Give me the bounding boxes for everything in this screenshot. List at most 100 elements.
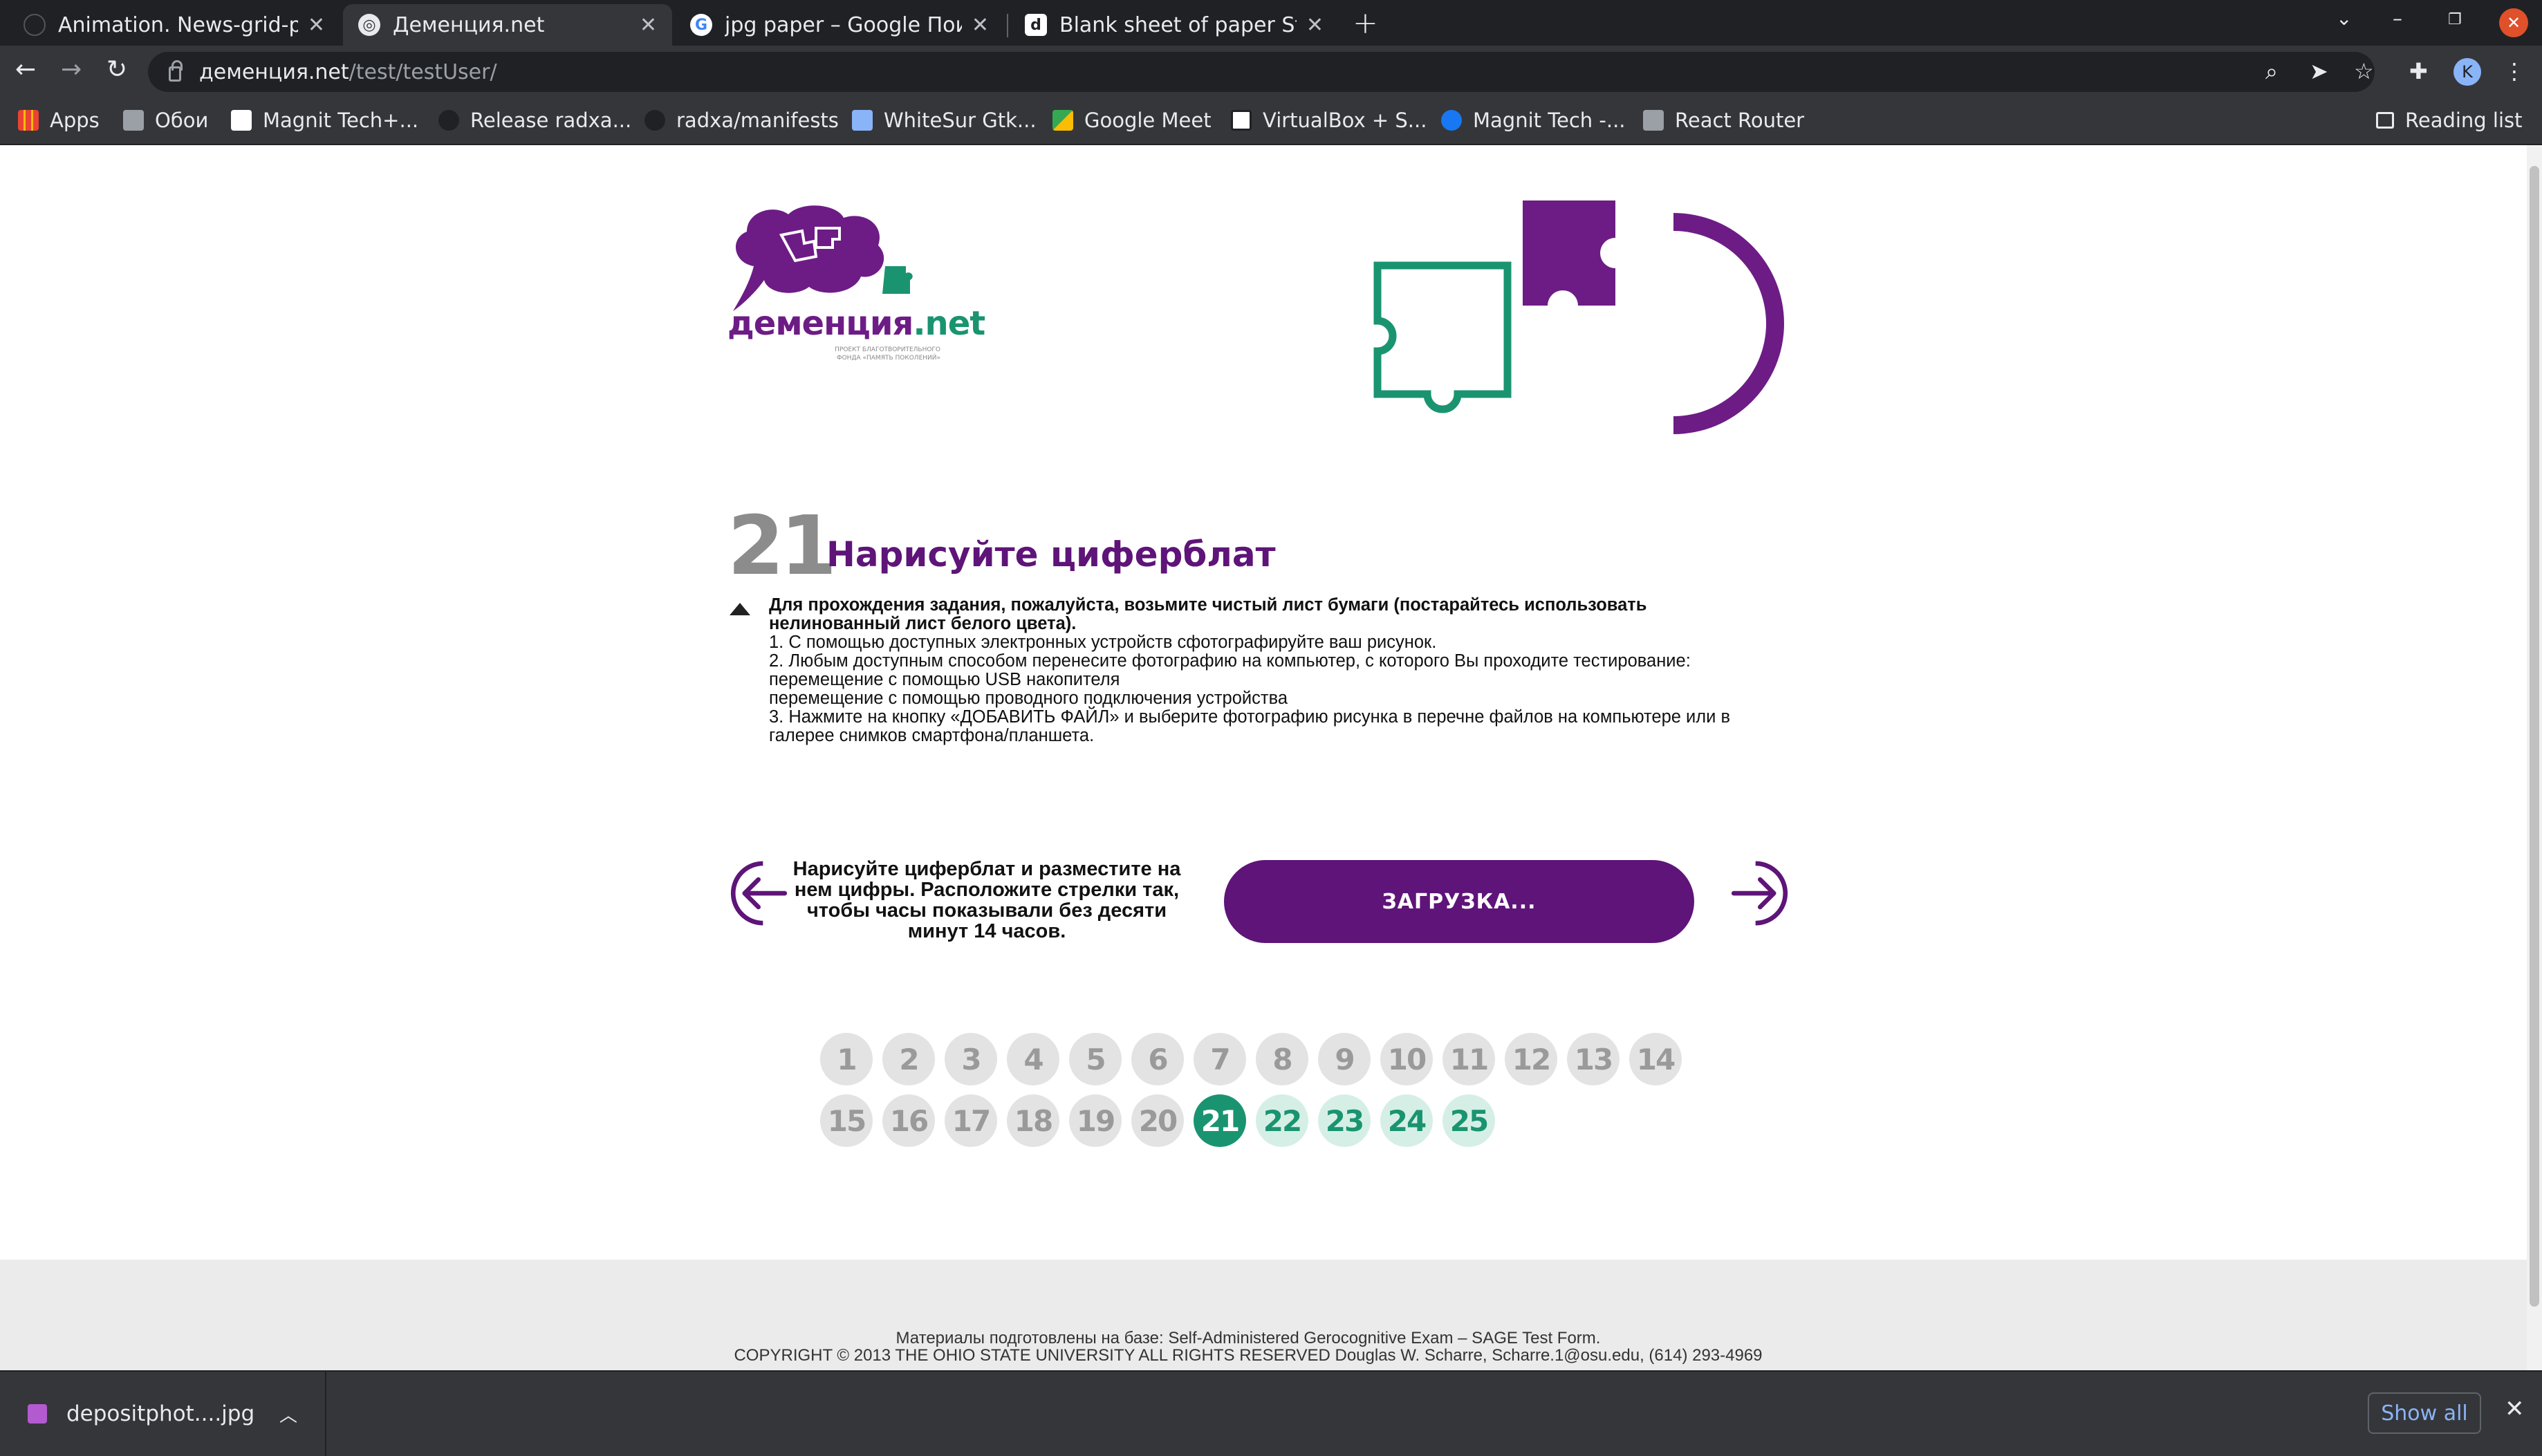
page-number-2[interactable]: 2 <box>882 1033 935 1085</box>
bookmark-apps[interactable]: Apps <box>18 106 100 134</box>
bookmark-magnit-tech-plus[interactable]: Magnit Tech+... <box>231 106 418 134</box>
reload-icon[interactable]: ↻ <box>106 55 127 84</box>
bookmark-react-router[interactable]: React Router <box>1643 106 1804 134</box>
bookmark-magnit-tech[interactable]: Magnit Tech -... <box>1441 106 1626 134</box>
page-number-9[interactable]: 9 <box>1318 1033 1371 1085</box>
tab-close-icon[interactable]: ✕ <box>308 13 325 37</box>
tab-search-icon[interactable]: ⌄ <box>2336 7 2352 30</box>
tab-animation[interactable]: Animation. News-grid-pag ✕ <box>8 4 340 46</box>
folder-icon <box>123 110 144 131</box>
tab-close-icon[interactable]: ✕ <box>1306 13 1324 37</box>
page-number-7[interactable]: 7 <box>1194 1033 1246 1085</box>
bookmark-star-icon[interactable]: ☆ <box>2354 58 2374 84</box>
bookmark-radxa-manifests[interactable]: radxa/manifests <box>644 106 839 134</box>
green-puzzle-outline <box>1373 261 1512 413</box>
facebook-icon <box>1441 110 1462 131</box>
bookmark-label: Обои <box>155 109 209 132</box>
page-number-6[interactable]: 6 <box>1131 1033 1184 1085</box>
forward-icon[interactable]: → <box>61 55 82 84</box>
bookmark-google-meet[interactable]: Google Meet <box>1052 106 1212 134</box>
google-meet-icon <box>1052 110 1073 131</box>
page-number-15[interactable]: 15 <box>820 1094 873 1147</box>
avatar[interactable]: K <box>2453 58 2481 86</box>
page-number-25[interactable]: 25 <box>1442 1094 1495 1147</box>
download-item[interactable]: depositphot....jpg ︿ <box>0 1372 326 1456</box>
show-all-button[interactable]: Show all <box>2368 1392 2481 1434</box>
globe-icon: ◎ <box>358 14 380 36</box>
bookmark-oboi[interactable]: Обои <box>123 106 208 134</box>
logo-main: деменция <box>727 304 913 343</box>
page-scrollbar[interactable] <box>2527 145 2542 1370</box>
zoom-icon[interactable]: ⌕ <box>2265 58 2278 85</box>
bookmark-label: Magnit Tech+... <box>263 109 419 132</box>
close-icon[interactable]: ✕ <box>2505 1395 2525 1423</box>
url-path: /test/testUser/ <box>349 59 497 84</box>
footer-source: Материалы подготовлены на базе: Self-Adm… <box>896 1329 1601 1347</box>
restore-icon[interactable]: ❐ <box>2448 11 2462 28</box>
image-file-icon <box>28 1404 47 1424</box>
page-number-5[interactable]: 5 <box>1069 1033 1122 1085</box>
reading-list[interactable]: Reading list <box>2376 106 2523 134</box>
green-puzzle-piece <box>882 266 913 294</box>
page-number-24[interactable]: 24 <box>1380 1094 1433 1147</box>
tab-close-icon[interactable]: ✕ <box>640 13 657 37</box>
bookmark-label: Release radxa... <box>470 109 632 132</box>
github-icon <box>644 110 665 131</box>
tab-title: jpg paper – Google Поиск <box>725 12 962 37</box>
chevron-up-icon[interactable]: ︿ <box>279 1401 297 1427</box>
collapse-triangle-icon[interactable] <box>730 603 750 615</box>
upload-button[interactable]: ЗАГРУЗКА... <box>1224 860 1694 943</box>
footer-copyright: COPYRIGHT © 2013 THE OHIO STATE UNIVERSI… <box>734 1346 1763 1365</box>
logo-subtitle: ПРОЕКТ БЛАГОТВОРИТЕЛЬНОГО ФОНДА «ПАМЯТЬ … <box>835 346 940 362</box>
bookmark-virtualbox[interactable]: VirtualBox + S... <box>1231 106 1427 134</box>
page-number-20[interactable]: 20 <box>1131 1094 1184 1147</box>
bookmark-whitesur[interactable]: WhiteSur Gtk... <box>852 106 1037 134</box>
page-number-4[interactable]: 4 <box>1007 1033 1059 1085</box>
bookmark-label: WhiteSur Gtk... <box>884 109 1037 132</box>
address-bar[interactable]: деменция.net/test/testUser/ <box>148 52 2375 92</box>
task-description: Нарисуйте циферблат и разместите на нем … <box>792 858 1181 942</box>
page-number-16[interactable]: 16 <box>882 1094 935 1147</box>
next-arrow-icon[interactable] <box>1723 860 1792 940</box>
bookmarks-bar: Apps Обои Magnit Tech+... Release radxa.… <box>0 98 2542 145</box>
page-number-8[interactable]: 8 <box>1256 1033 1308 1085</box>
tab-blank-sheet[interactable]: d Blank sheet of paper Stoc ✕ <box>1010 4 1339 46</box>
bookmark-release-radxa[interactable]: Release radxa... <box>438 106 631 134</box>
page-number-3[interactable]: 3 <box>945 1033 997 1085</box>
send-icon[interactable]: ➤ <box>2310 58 2328 84</box>
page-number-23[interactable]: 23 <box>1318 1094 1371 1147</box>
page-number-18[interactable]: 18 <box>1007 1094 1059 1147</box>
bookmark-label: Google Meet <box>1084 109 1212 132</box>
page-number-13[interactable]: 13 <box>1567 1033 1620 1085</box>
tab-google-search[interactable]: G jpg paper – Google Поиск ✕ <box>675 4 1004 46</box>
page-viewport: деменция.net ПРОЕКТ БЛАГОТВОРИТЕЛЬНОГО Ф… <box>0 145 2527 1370</box>
page-number-12[interactable]: 12 <box>1505 1033 1557 1085</box>
scrollbar-thumb[interactable] <box>2530 166 2539 1307</box>
download-bar: depositphot....jpg ︿ Show all ✕ <box>0 1370 2542 1456</box>
tab-dementia[interactable]: ◎ Деменция.net ✕ <box>343 4 672 46</box>
page-number-11[interactable]: 11 <box>1442 1033 1495 1085</box>
tab-title: Animation. News-grid-pag <box>58 12 298 37</box>
page-number-22[interactable]: 22 <box>1256 1094 1308 1147</box>
minimize-icon[interactable]: – <box>2393 7 2402 30</box>
apps-grid-icon <box>18 110 39 131</box>
bookmark-label: radxa/manifests <box>676 109 839 132</box>
page-number-21[interactable]: 21 <box>1194 1094 1246 1147</box>
new-tab-button[interactable]: + <box>1353 6 1378 41</box>
instructions-line: перемещение с помощью USB накопителя <box>769 670 1120 689</box>
page-number-1[interactable]: 1 <box>820 1033 873 1085</box>
page-number-14[interactable]: 14 <box>1629 1033 1682 1085</box>
depositphotos-icon: d <box>1025 14 1047 36</box>
question-number: 21 <box>727 498 837 593</box>
instructions-line: 2. Любым доступным способом перенесите ф… <box>769 651 1691 671</box>
menu-icon[interactable]: ⋮ <box>2503 58 2525 84</box>
prev-arrow-icon[interactable] <box>726 860 795 940</box>
tab-close-icon[interactable]: ✕ <box>972 13 989 37</box>
page-number-17[interactable]: 17 <box>945 1094 997 1147</box>
page-title: Нарисуйте циферблат <box>826 534 1276 575</box>
back-icon[interactable]: ← <box>15 55 36 84</box>
page-number-19[interactable]: 19 <box>1069 1094 1122 1147</box>
extensions-icon[interactable]: ✚ <box>2409 58 2428 84</box>
page-number-10[interactable]: 10 <box>1380 1033 1433 1085</box>
window-close-icon[interactable]: ✕ <box>2499 8 2528 37</box>
